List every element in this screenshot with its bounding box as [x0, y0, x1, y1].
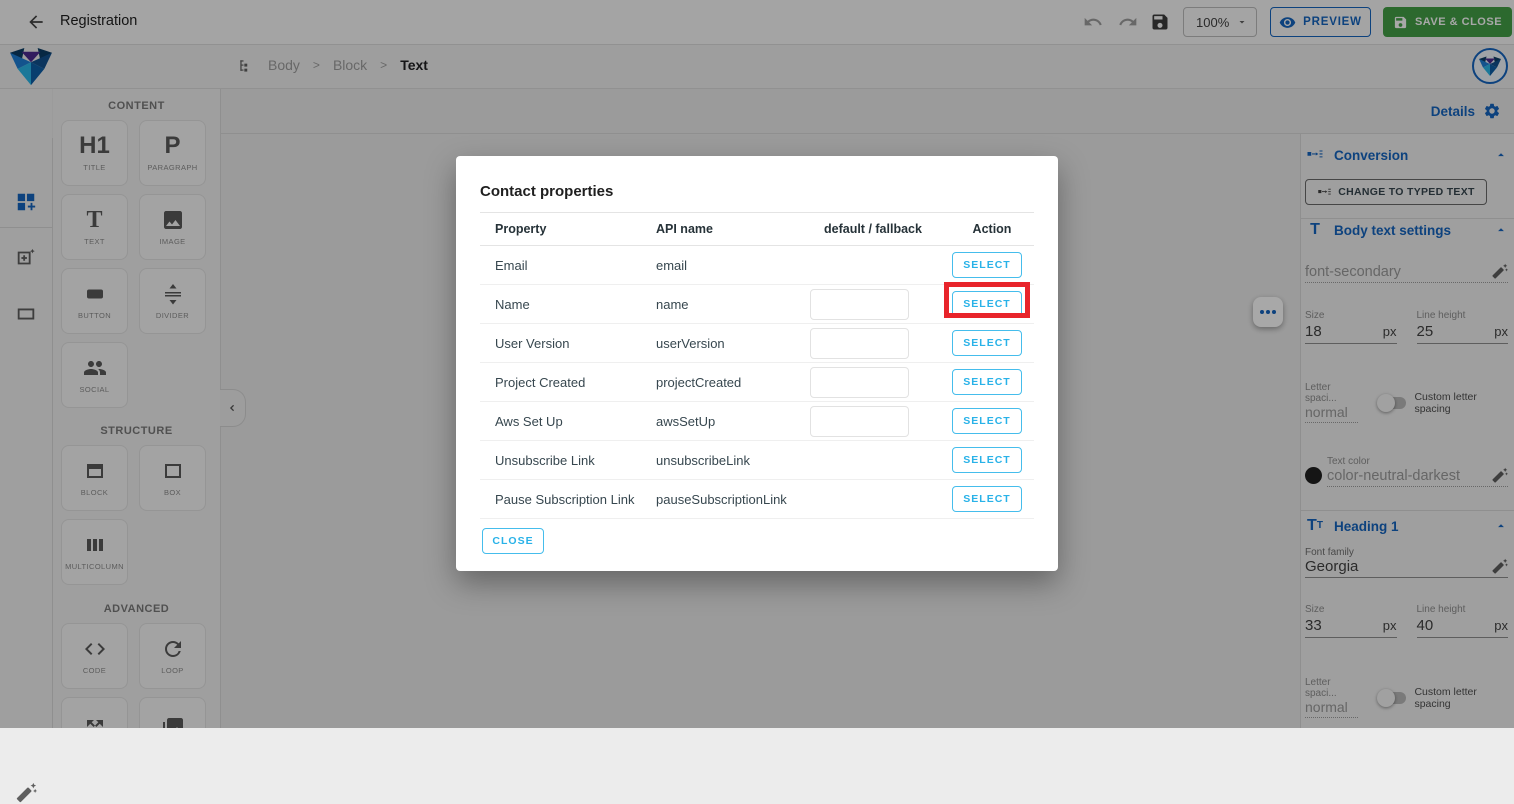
property-name: Unsubscribe Link — [480, 453, 640, 468]
table-row: Name name SELECT — [480, 285, 1034, 324]
dialog-title: Contact properties — [480, 156, 1034, 213]
table-row: Aws Set Up awsSetUp SELECT — [480, 402, 1034, 441]
select-button-unsubscribelink[interactable]: SELECT — [952, 447, 1022, 473]
default-fallback-input-awssetup[interactable] — [810, 406, 909, 437]
property-name: Project Created — [480, 375, 640, 390]
default-fallback-input-name[interactable] — [810, 289, 909, 320]
magic-wand-icon[interactable] — [15, 782, 37, 804]
close-dialog-button[interactable]: CLOSE — [482, 528, 544, 554]
select-button-name[interactable]: SELECT — [952, 291, 1022, 317]
col-property: Property — [480, 222, 640, 236]
api-name: userVersion — [640, 336, 790, 351]
api-name: projectCreated — [640, 375, 790, 390]
api-name: pauseSubscriptionLink — [640, 492, 790, 507]
table-row: Email email SELECT — [480, 246, 1034, 285]
table-header-row: Property API name default / fallback Act… — [480, 213, 1034, 246]
api-name: awsSetUp — [640, 414, 790, 429]
api-name: email — [640, 258, 790, 273]
default-fallback-input-projectcreated[interactable] — [810, 367, 909, 398]
col-api-name: API name — [640, 222, 790, 236]
property-name: Aws Set Up — [480, 414, 640, 429]
property-name: Name — [480, 297, 640, 312]
property-name: User Version — [480, 336, 640, 351]
default-fallback-input-userversion[interactable] — [810, 328, 909, 359]
select-button-projectcreated[interactable]: SELECT — [952, 369, 1022, 395]
table-row: Pause Subscription Link pauseSubscriptio… — [480, 480, 1034, 519]
contact-properties-dialog: Contact properties Property API name def… — [456, 156, 1058, 571]
select-button-email[interactable]: SELECT — [952, 252, 1022, 278]
api-name: unsubscribeLink — [640, 453, 790, 468]
table-row: User Version userVersion SELECT — [480, 324, 1034, 363]
col-default-fallback: default / fallback — [790, 222, 950, 236]
api-name: name — [640, 297, 790, 312]
select-button-pausesubscriptionlink[interactable]: SELECT — [952, 486, 1022, 512]
property-name: Email — [480, 258, 640, 273]
table-row: Unsubscribe Link unsubscribeLink SELECT — [480, 441, 1034, 480]
property-name: Pause Subscription Link — [480, 492, 640, 507]
select-button-userversion[interactable]: SELECT — [952, 330, 1022, 356]
col-action: Action — [950, 222, 1034, 236]
table-row: Project Created projectCreated SELECT — [480, 363, 1034, 402]
select-button-awssetup[interactable]: SELECT — [952, 408, 1022, 434]
